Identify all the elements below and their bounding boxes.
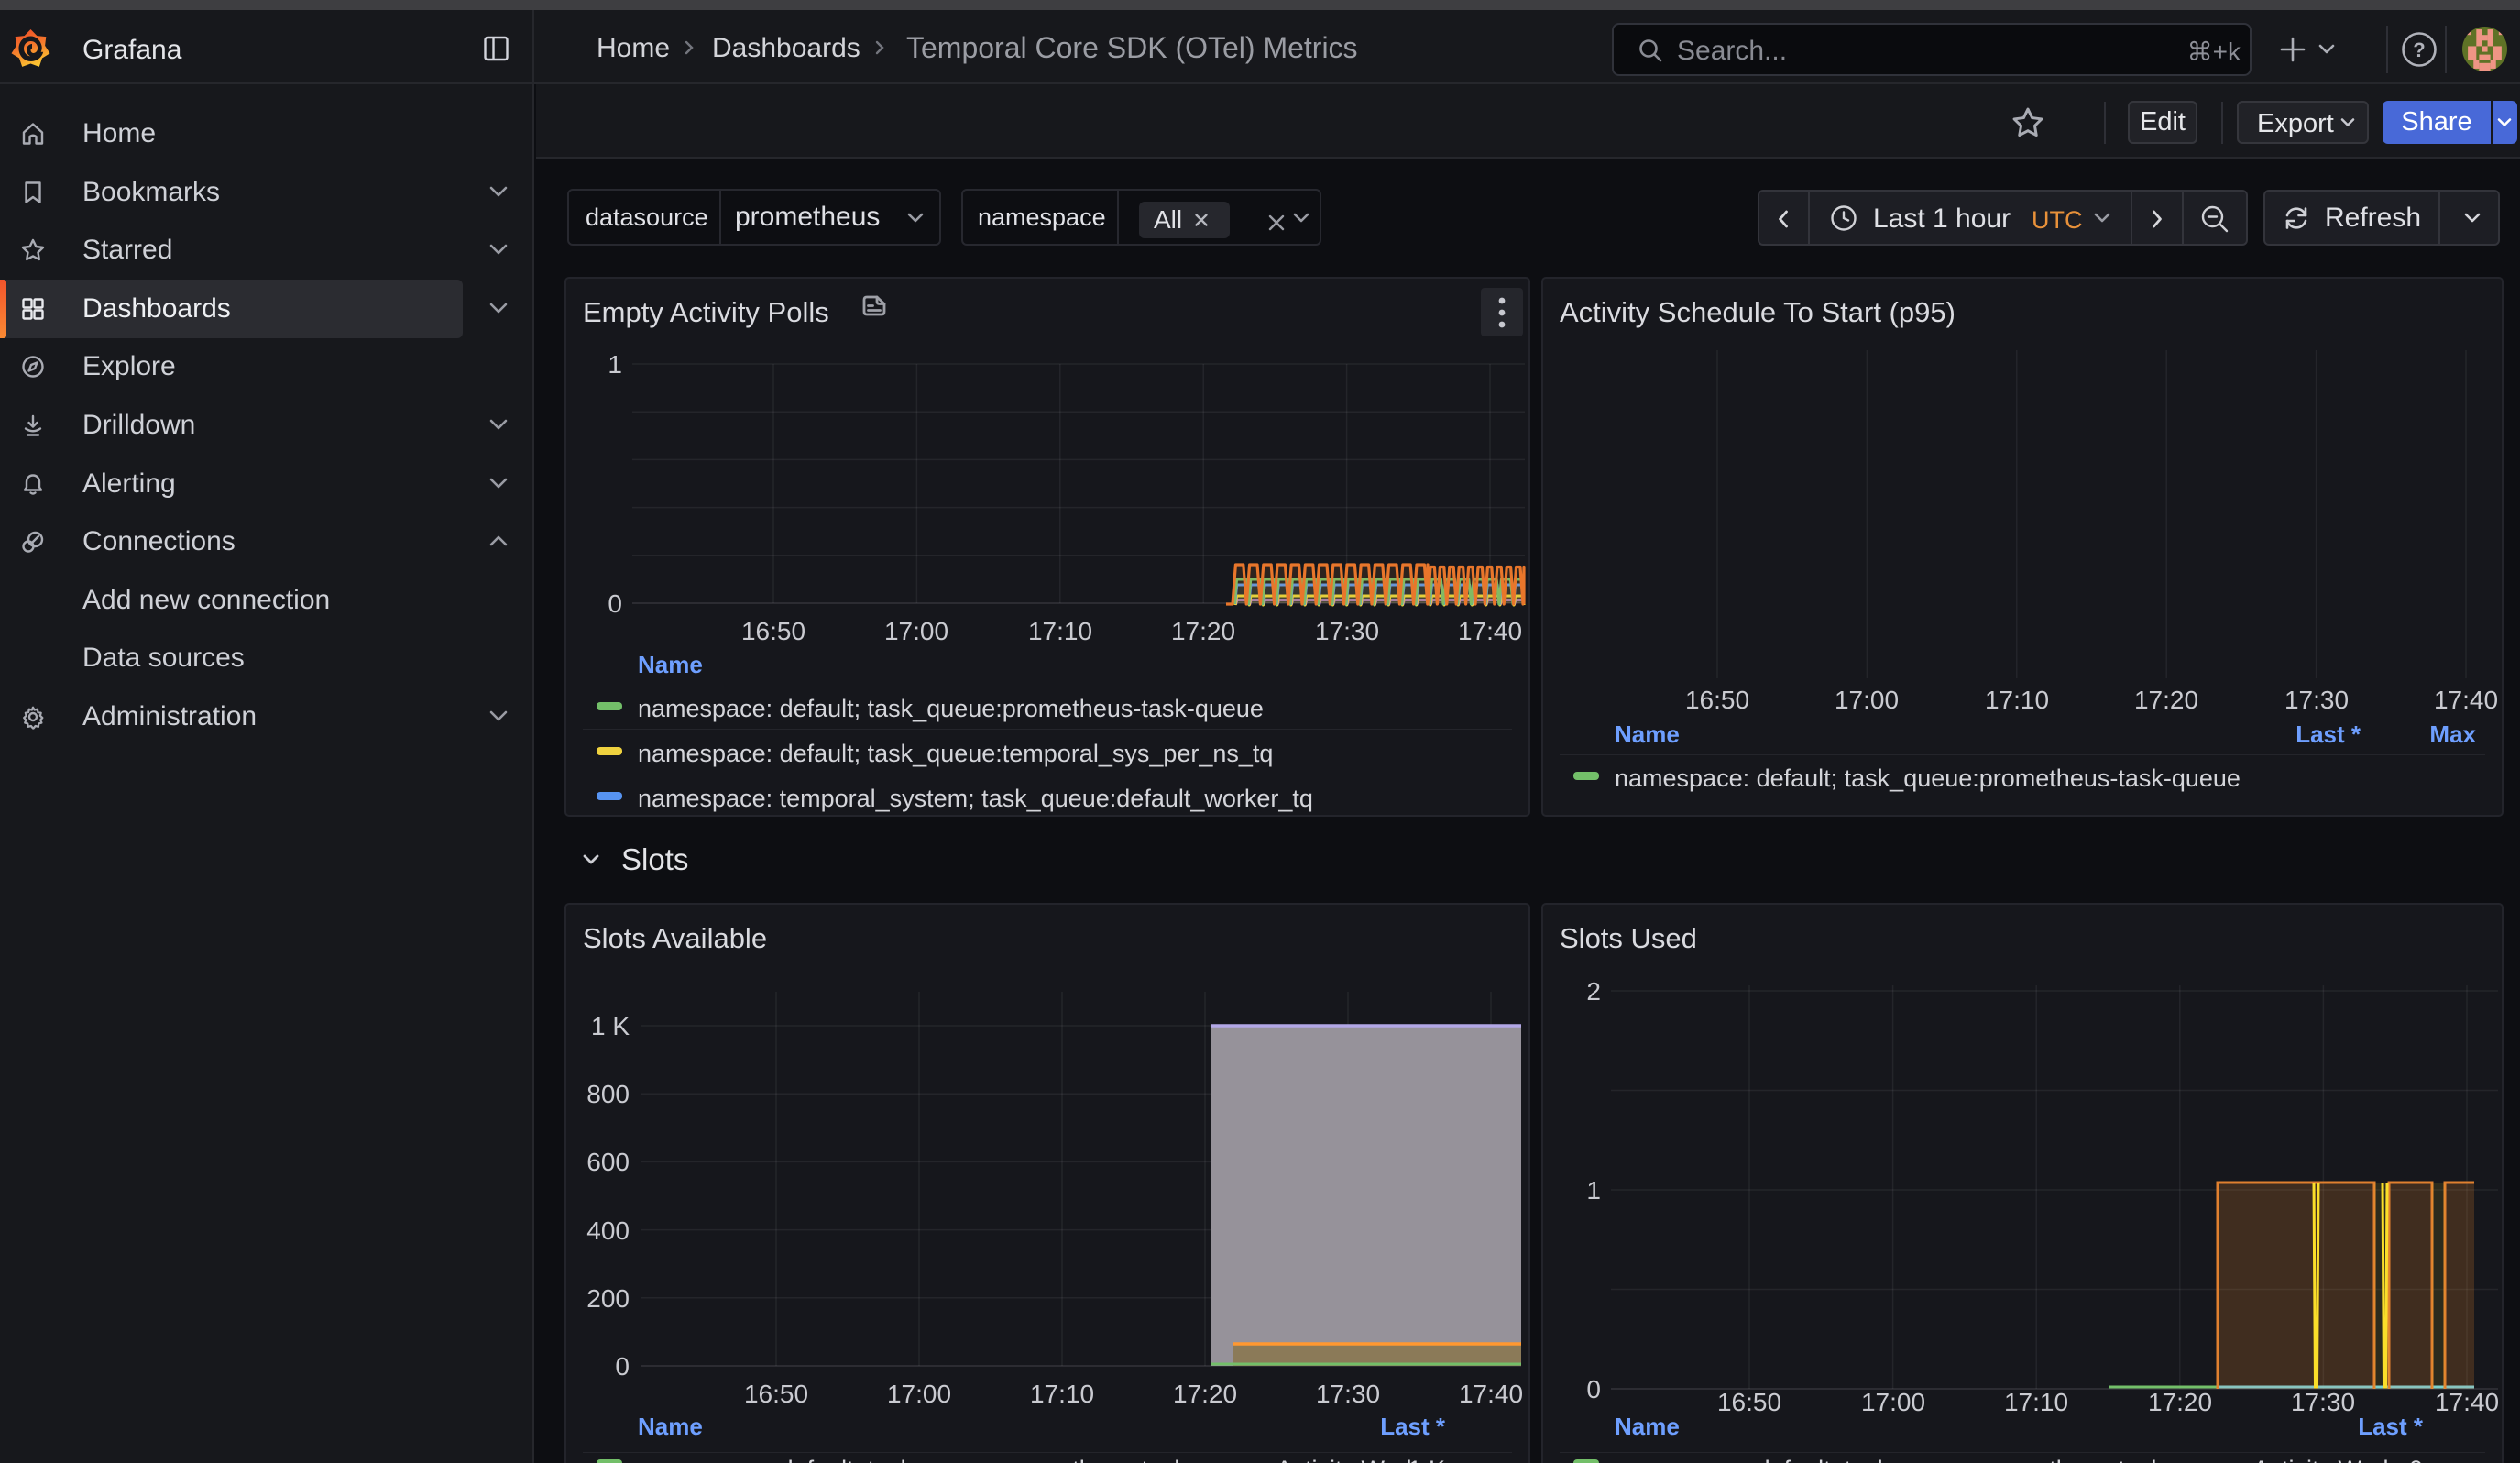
svg-text:17:00: 17:00 <box>887 1380 951 1408</box>
svg-text:17:40: 17:40 <box>1459 1380 1523 1408</box>
svg-text:17:40: 17:40 <box>2435 1388 2499 1416</box>
svg-text:17:20: 17:20 <box>2148 1388 2212 1416</box>
svg-text:17:00: 17:00 <box>1835 686 1899 714</box>
svg-text:2: 2 <box>1586 977 1601 1006</box>
svg-text:17:00: 17:00 <box>1861 1388 1925 1416</box>
svg-text:1: 1 <box>608 350 622 379</box>
svg-text:17:40: 17:40 <box>1458 617 1522 645</box>
svg-text:17:10: 17:10 <box>2004 1388 2068 1416</box>
svg-text:400: 400 <box>586 1216 630 1245</box>
svg-text:17:00: 17:00 <box>884 617 948 645</box>
svg-text:16:50: 16:50 <box>1717 1388 1781 1416</box>
svg-text:17:10: 17:10 <box>1985 686 2049 714</box>
svg-text:0: 0 <box>1586 1375 1601 1403</box>
svg-text:1: 1 <box>1586 1176 1601 1204</box>
svg-text:0: 0 <box>608 589 622 618</box>
svg-text:17:10: 17:10 <box>1028 617 1092 645</box>
svg-text:?: ? <box>2413 38 2425 61</box>
svg-text:17:10: 17:10 <box>1030 1380 1094 1408</box>
svg-text:16:50: 16:50 <box>741 617 805 645</box>
svg-text:600: 600 <box>586 1148 630 1176</box>
svg-text:200: 200 <box>586 1284 630 1313</box>
svg-text:16:50: 16:50 <box>1685 686 1749 714</box>
svg-text:800: 800 <box>586 1080 630 1108</box>
svg-text:17:20: 17:20 <box>2134 686 2198 714</box>
svg-text:17:30: 17:30 <box>2284 686 2349 714</box>
svg-text:16:50: 16:50 <box>744 1380 808 1408</box>
svg-text:17:20: 17:20 <box>1173 1380 1237 1408</box>
svg-text:0: 0 <box>615 1352 630 1380</box>
svg-text:17:30: 17:30 <box>1316 1380 1380 1408</box>
svg-text:17:30: 17:30 <box>1315 617 1379 645</box>
svg-text:17:20: 17:20 <box>1171 617 1235 645</box>
svg-text:17:40: 17:40 <box>2434 686 2498 714</box>
svg-text:1 K: 1 K <box>591 1012 630 1040</box>
